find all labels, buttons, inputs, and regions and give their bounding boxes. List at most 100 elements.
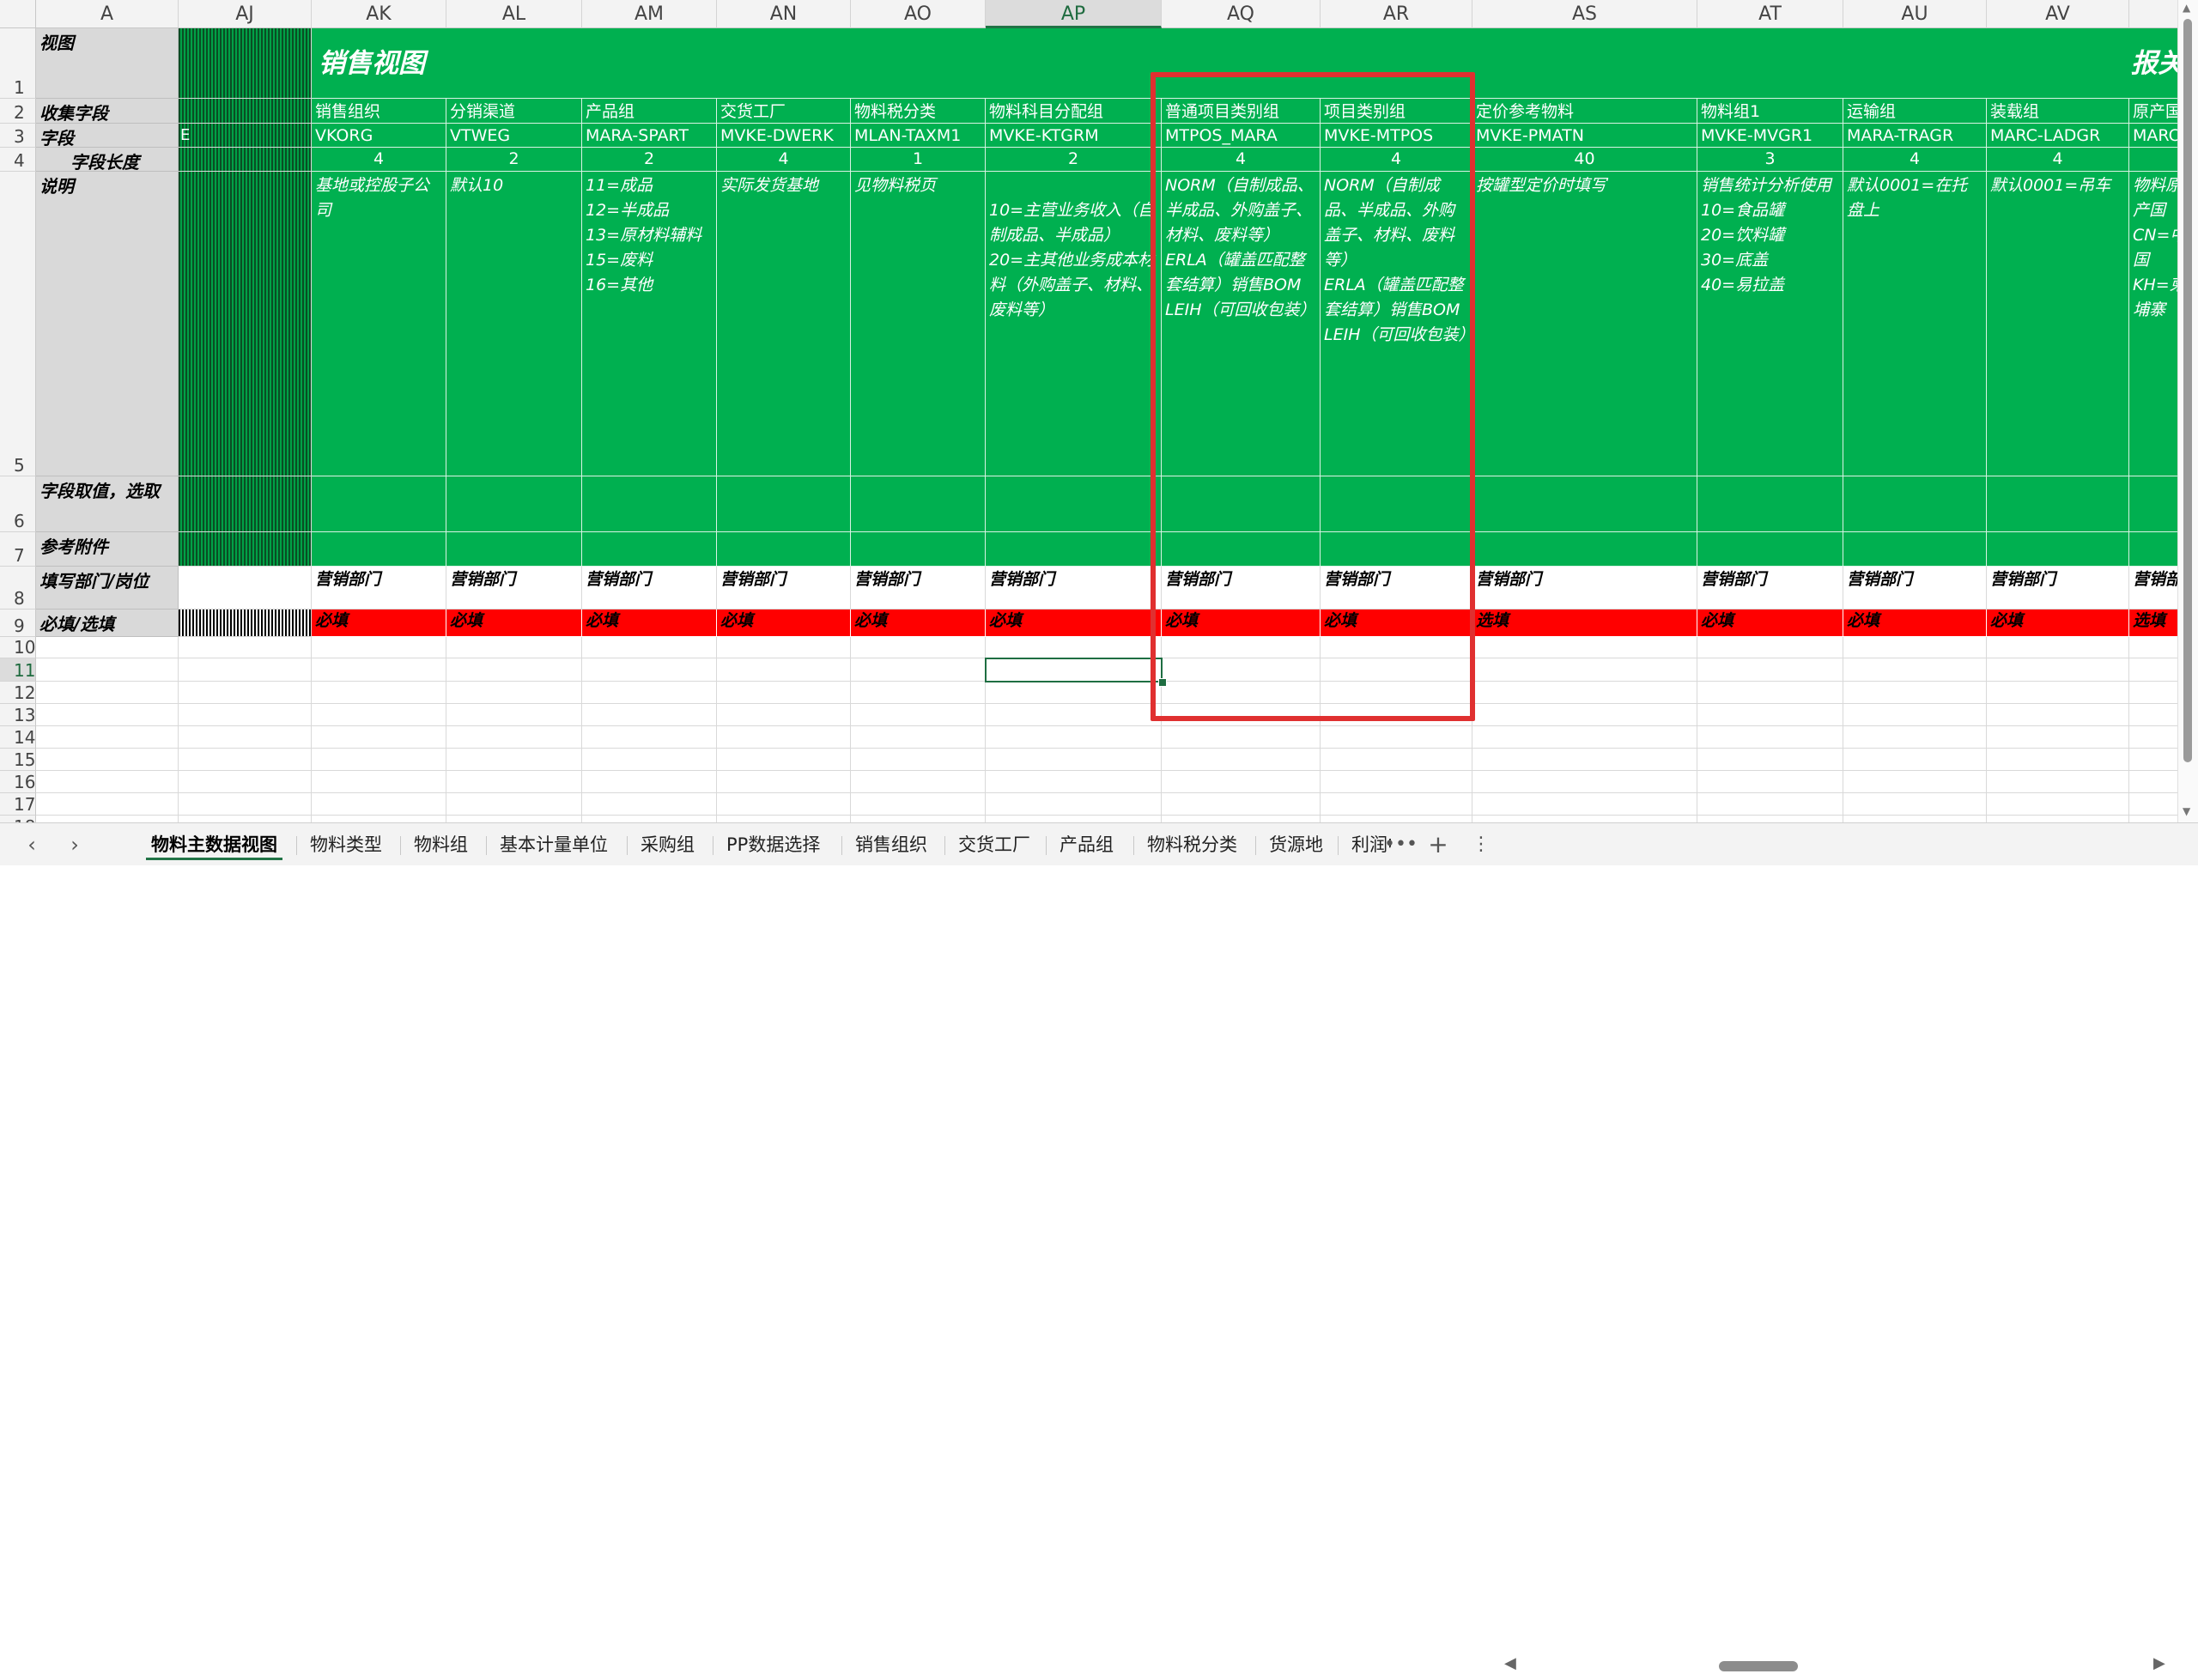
vertical-scrollbar[interactable]: ▲ ▼ [2177, 0, 2198, 822]
empty-cell[interactable] [1697, 793, 1843, 816]
empty-cell[interactable] [36, 816, 179, 822]
empty-cell[interactable] [986, 771, 1162, 793]
empty-cell[interactable] [446, 816, 582, 822]
column-header[interactable]: AU [1843, 0, 1987, 28]
empty-cell[interactable] [1162, 771, 1321, 793]
empty-cell[interactable] [1843, 658, 1987, 682]
empty-cell[interactable] [1843, 793, 1987, 816]
empty-cell[interactable] [986, 793, 1162, 816]
empty-cell[interactable] [1697, 749, 1843, 771]
empty-cell[interactable] [851, 816, 986, 822]
empty-cell[interactable] [446, 682, 582, 704]
empty-cell[interactable] [1987, 704, 2129, 726]
column-header[interactable]: AJ [179, 0, 312, 28]
empty-cell[interactable] [717, 658, 851, 682]
row-header[interactable]: 15 [0, 749, 36, 771]
selected-cell[interactable] [985, 658, 1163, 682]
empty-cell[interactable] [851, 726, 986, 749]
row-header[interactable]: 11 [0, 658, 36, 682]
row-header[interactable]: 3 [0, 124, 36, 148]
empty-cell[interactable] [582, 816, 717, 822]
empty-cell[interactable] [851, 749, 986, 771]
empty-cell[interactable] [446, 637, 582, 658]
empty-cell[interactable] [179, 637, 312, 658]
empty-cell[interactable] [1697, 658, 1843, 682]
sheet-tab[interactable]: 物料主数据视图 [146, 832, 282, 860]
empty-cell[interactable] [851, 793, 986, 816]
row-header[interactable]: 12 [0, 682, 36, 704]
empty-cell[interactable] [717, 771, 851, 793]
row-header[interactable]: 7 [0, 532, 36, 567]
empty-cell[interactable] [1843, 726, 1987, 749]
empty-cell[interactable] [1321, 793, 1472, 816]
row-header[interactable]: 1 [0, 28, 36, 99]
empty-cell[interactable] [582, 771, 717, 793]
empty-cell[interactable] [312, 682, 446, 704]
empty-cell[interactable] [1472, 749, 1697, 771]
empty-cell[interactable] [36, 726, 179, 749]
empty-cell[interactable] [1472, 793, 1697, 816]
column-header[interactable]: AR [1321, 0, 1472, 28]
row-header[interactable]: 2 [0, 99, 36, 124]
empty-cell[interactable] [582, 682, 717, 704]
empty-cell[interactable] [179, 816, 312, 822]
empty-cell[interactable] [1472, 658, 1697, 682]
row-header[interactable]: 10 [0, 637, 36, 658]
empty-cell[interactable] [1472, 771, 1697, 793]
sheet-tab[interactable]: 采购组 [635, 832, 700, 858]
empty-cell[interactable] [312, 816, 446, 822]
sheet-tab[interactable]: PP数据选择 [721, 832, 825, 858]
row-header[interactable]: 18 [0, 816, 36, 822]
empty-cell[interactable] [1472, 704, 1697, 726]
scroll-left-arrow-icon[interactable]: ◀ [1504, 1654, 1516, 1672]
empty-cell[interactable] [717, 749, 851, 771]
empty-cell[interactable] [1162, 816, 1321, 822]
empty-cell[interactable] [446, 793, 582, 816]
column-header[interactable]: AL [446, 0, 582, 28]
empty-cell[interactable] [986, 682, 1162, 704]
empty-cell[interactable] [582, 749, 717, 771]
empty-cell[interactable] [1987, 658, 2129, 682]
empty-cell[interactable] [179, 658, 312, 682]
scroll-right-arrow-icon[interactable]: ▶ [2153, 1654, 2165, 1672]
row-header[interactable]: 9 [0, 610, 36, 637]
empty-cell[interactable] [1987, 816, 2129, 822]
empty-cell[interactable] [582, 726, 717, 749]
vertical-ellipsis-icon[interactable]: ⋮ [1468, 832, 1494, 858]
empty-cell[interactable] [36, 658, 179, 682]
empty-cell[interactable] [851, 658, 986, 682]
column-header[interactable]: AV [1987, 0, 2129, 28]
empty-cell[interactable] [36, 682, 179, 704]
empty-cell[interactable] [1987, 637, 2129, 658]
row-header[interactable]: 16 [0, 771, 36, 793]
row-header[interactable]: 6 [0, 476, 36, 532]
empty-cell[interactable] [717, 793, 851, 816]
empty-cell[interactable] [446, 658, 582, 682]
vertical-scroll-thumb[interactable] [2183, 19, 2192, 762]
column-header[interactable]: AT [1697, 0, 1843, 28]
empty-cell[interactable] [1843, 704, 1987, 726]
empty-cell[interactable] [312, 658, 446, 682]
row-header[interactable]: 13 [0, 704, 36, 726]
plus-icon[interactable]: + [1425, 832, 1451, 858]
scroll-down-arrow-icon[interactable]: ▼ [2183, 805, 2190, 817]
select-all-corner[interactable] [0, 0, 36, 28]
sheet-tab[interactable]: 产品组 [1054, 832, 1119, 858]
column-header[interactable]: AN [717, 0, 851, 28]
ellipsis-icon[interactable]: ••• [1384, 832, 1418, 858]
horizontal-scrollbar[interactable]: ◀ ▶ [1504, 1651, 2165, 1680]
empty-cell[interactable] [1843, 816, 1987, 822]
empty-cell[interactable] [36, 637, 179, 658]
empty-cell[interactable] [1472, 637, 1697, 658]
empty-cell[interactable] [1472, 726, 1697, 749]
empty-cell[interactable] [1987, 771, 2129, 793]
empty-cell[interactable] [717, 726, 851, 749]
empty-cell[interactable] [312, 637, 446, 658]
empty-cell[interactable] [312, 793, 446, 816]
empty-cell[interactable] [36, 704, 179, 726]
column-header[interactable]: AM [582, 0, 717, 28]
empty-cell[interactable] [1162, 749, 1321, 771]
scroll-up-arrow-icon[interactable]: ▲ [2183, 2, 2190, 14]
empty-cell[interactable] [312, 749, 446, 771]
empty-cell[interactable] [1987, 682, 2129, 704]
